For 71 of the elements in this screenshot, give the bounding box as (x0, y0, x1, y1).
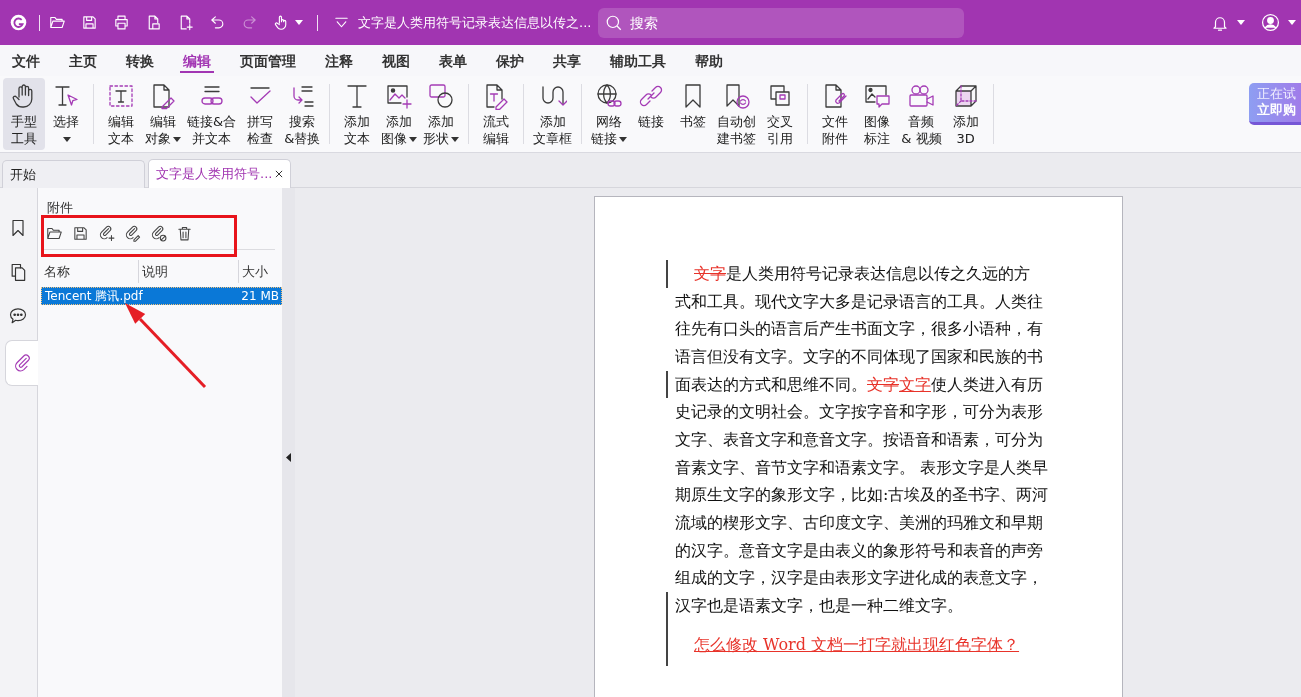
bookmark-button[interactable]: 书签 (672, 78, 715, 150)
trash-icon[interactable] (176, 224, 193, 242)
app-logo-icon (10, 14, 27, 31)
paperclip-pencil-icon[interactable] (124, 224, 141, 242)
save-icon[interactable] (80, 14, 98, 31)
sidebar-tab[interactable] (5, 340, 38, 386)
add-shape-button[interactable]: 添加 形状 (420, 78, 463, 150)
speech-bubble-icon[interactable] (8, 306, 28, 326)
add-3d-button[interactable]: 添加 3D (944, 78, 987, 150)
document-tab[interactable]: 开始 (2, 160, 145, 188)
shapes-icon (427, 82, 456, 110)
image-plus-icon (385, 82, 414, 110)
caret-icon[interactable] (1237, 20, 1245, 25)
menu-tab[interactable]: 编辑 (180, 45, 214, 73)
globe-link-icon (595, 82, 624, 110)
flow-edit-button[interactable]: 流式 编辑 (475, 78, 518, 150)
document-paragraph: 文字是人类用符号记录表达信息以传之久远的方 式和工具。现代文字大多是记录语言的工具。人类往 往先有口头的语言后产生书面文字，很多小语种，有 语言但没有文字。文字的不同体现了国家和民族的书 面表达的方式和思维不同。文字文字使人类进入有历 史记录的文明社会。文字按字音和字形，可分为表形 文字、表音文字和意音文字。按语音和语素，可分为 音素文字、音节文字和语素文字。 表形文字是人类早 期原生文字的象形文字，比如:古埃及的圣书字、两河 流域的楔形文字、古印度文字、美洲的玛雅文和早期 的汉字。意音文字是由表义的象形符号和表音的声旁 组成的文字，汉字是由表形文字进化成的表意文字， 汉字也是语素文字，也是一种二维文字。 (675, 263, 1049, 618)
text-box-icon (107, 82, 135, 110)
file-attachment-button[interactable]: 文件 附件 (814, 78, 857, 150)
menu-tab[interactable]: 帮助 (692, 45, 726, 76)
menu-tab[interactable]: 表单 (436, 45, 470, 76)
link-button[interactable]: 链接 (630, 78, 673, 150)
file-row[interactable]: Tencent 腾讯.pdf 21 MB (41, 287, 282, 305)
menu-tab[interactable]: 辅助工具 (607, 45, 669, 76)
column-header[interactable]: 名称 (41, 260, 139, 283)
select-button[interactable]: 选择 (45, 78, 87, 150)
menu-tab[interactable]: 主页 (66, 45, 100, 76)
edit-text-button[interactable]: 编辑 文本 (100, 78, 142, 150)
add-image-button[interactable]: 添加 图像 (378, 78, 421, 150)
article-box-button[interactable]: 添加 文章框 (530, 78, 576, 150)
menu-tab[interactable]: 保护 (493, 45, 527, 76)
document-tab[interactable]: 文字是人类用符号... (148, 159, 291, 188)
panel-title: 附件 (47, 199, 73, 217)
table-cell-text: 21 MB (240, 289, 280, 303)
printer-icon[interactable] (112, 14, 130, 31)
menu-tab[interactable]: 转换 (123, 45, 157, 76)
menu-tab[interactable]: 注释 (322, 45, 356, 76)
table-cell-text: Tencent 腾讯.pdf (44, 287, 144, 305)
spell-check-button[interactable]: 拼写 检查 (239, 78, 282, 150)
caret-icon[interactable] (295, 20, 303, 25)
image-annotation-button[interactable]: 图像 标注 (856, 78, 899, 150)
collapse-triangle-icon[interactable] (286, 453, 291, 462)
edit-object-button[interactable]: 编辑 对象 (142, 78, 184, 150)
auto-bookmark-button[interactable]: 自动创 建书签 (714, 78, 760, 150)
user-avatar-icon[interactable] (1261, 13, 1280, 32)
document-paragraph: 怎么修改 Word 文档一打字就出现红色字体？ (693, 633, 1020, 656)
undo-icon[interactable] (208, 14, 226, 31)
close-icon[interactable] (274, 169, 284, 179)
paperclip-icon (12, 353, 32, 373)
save-icon[interactable] (72, 224, 89, 242)
video-camera-icon (907, 82, 936, 110)
search-replace-button[interactable]: 搜索 &替换 (281, 78, 324, 150)
menu-tab[interactable]: 页面管理 (237, 45, 299, 76)
add-text-button[interactable]: 添加 文本 (336, 78, 379, 150)
menu-tab[interactable]: 视图 (379, 45, 413, 76)
caret-icon[interactable] (1288, 20, 1296, 25)
search-icon (605, 13, 624, 32)
audio-video-button[interactable]: 音频 & 视频 (898, 78, 945, 150)
cross-reference-button[interactable]: 交叉 引用 (759, 78, 802, 150)
menu-tab[interactable]: 文件 (9, 45, 43, 76)
column-header[interactable]: 大小 (239, 260, 282, 283)
paperclip-remove-icon[interactable] (150, 224, 167, 242)
menu-tab[interactable]: 共享 (550, 45, 584, 76)
paperclip-plus-icon[interactable] (98, 224, 115, 242)
folder-icon[interactable] (48, 14, 66, 31)
column-header[interactable]: 说明 (139, 260, 239, 283)
hand-tool-button[interactable]: 手型 工具 (3, 78, 45, 150)
document-title: 文字是人类用符号记录表达信息以传之... (358, 13, 592, 32)
link-merge-button[interactable]: 链接&合 并文本 (184, 78, 240, 150)
image-comment-icon (863, 82, 892, 110)
web-link-button[interactable]: 网络 链接 (588, 78, 631, 150)
